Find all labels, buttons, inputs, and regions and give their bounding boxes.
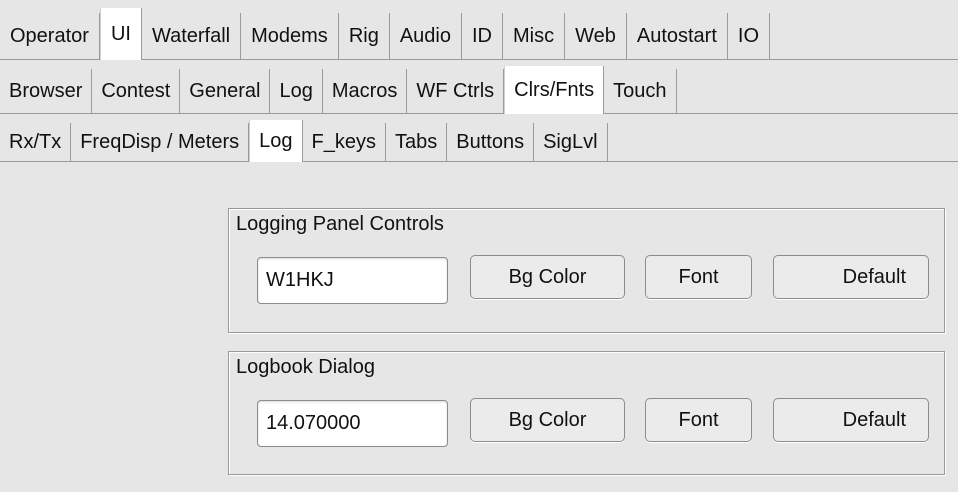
tab-tabs[interactable]: Tabs xyxy=(386,123,448,161)
tab-siglvl[interactable]: SigLvl xyxy=(534,123,608,161)
bg-color-button[interactable]: Bg Color xyxy=(470,398,625,442)
tab-id[interactable]: ID xyxy=(461,13,503,59)
clrs-fnts-tab-bar: Rx/Tx FreqDisp / Meters Log F_keys Tabs … xyxy=(0,114,958,162)
font-button[interactable]: Font xyxy=(645,255,752,299)
tab-rig[interactable]: Rig xyxy=(338,13,390,59)
tab-waterfall[interactable]: Waterfall xyxy=(141,13,242,59)
tab-wf-ctrls[interactable]: WF Ctrls xyxy=(407,69,505,113)
tab-browser[interactable]: Browser xyxy=(0,69,93,113)
tab-buttons[interactable]: Buttons xyxy=(447,123,535,161)
tab-autostart[interactable]: Autostart xyxy=(626,13,728,59)
tab-contest[interactable]: Contest xyxy=(92,69,181,113)
tab-rx-tx[interactable]: Rx/Tx xyxy=(0,123,72,161)
bg-color-button[interactable]: Bg Color xyxy=(470,255,625,299)
logbook-dialog-group: Logbook Dialog Bg Color Font Default xyxy=(228,351,945,475)
tab-clrs-fnts[interactable]: Clrs/Fnts xyxy=(504,66,605,114)
tab-misc[interactable]: Misc xyxy=(502,13,566,59)
tab-macros[interactable]: Macros xyxy=(322,69,408,113)
tab-operator[interactable]: Operator xyxy=(0,13,100,59)
group-label: Logbook Dialog xyxy=(236,356,375,378)
tab-content-panel: Logging Panel Controls Bg Color Font Def… xyxy=(0,162,958,492)
default-button[interactable]: Default xyxy=(773,255,929,299)
top-tab-bar: Operator UI Waterfall Modems Rig Audio I… xyxy=(0,0,958,60)
font-button[interactable]: Font xyxy=(645,398,752,442)
tab-web[interactable]: Web xyxy=(565,13,627,59)
tab-modems[interactable]: Modems xyxy=(241,13,339,59)
default-button[interactable]: Default xyxy=(773,398,929,442)
logging-panel-controls-group: Logging Panel Controls Bg Color Font Def… xyxy=(228,208,945,333)
tab-general[interactable]: General xyxy=(180,69,271,113)
tab-io[interactable]: IO xyxy=(727,13,771,59)
tab-touch[interactable]: Touch xyxy=(604,69,677,113)
ui-tab-bar: Browser Contest General Log Macros WF Ct… xyxy=(0,60,958,114)
tab-log[interactable]: Log xyxy=(270,69,323,113)
tab-audio[interactable]: Audio xyxy=(389,13,462,59)
tab-freqdisp-meters[interactable]: FreqDisp / Meters xyxy=(71,123,250,161)
logbook-dialog-sample-field[interactable] xyxy=(257,400,448,447)
tab-log-colors[interactable]: Log xyxy=(249,120,303,162)
group-label: Logging Panel Controls xyxy=(236,213,444,235)
tab-ui[interactable]: UI xyxy=(99,8,142,60)
logging-panel-sample-field[interactable] xyxy=(257,257,448,304)
tab-f-keys[interactable]: F_keys xyxy=(302,123,386,161)
